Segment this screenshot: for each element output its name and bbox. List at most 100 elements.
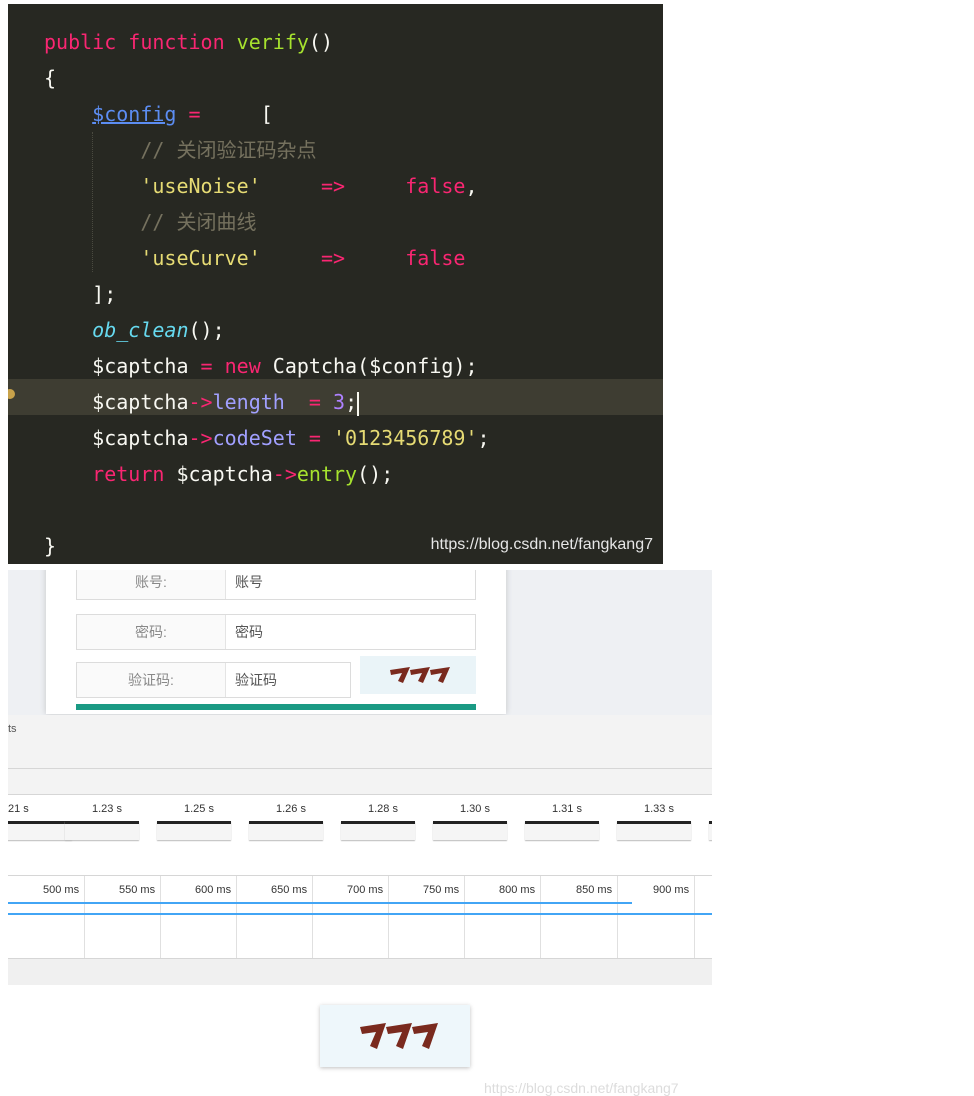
code-token: ]; (44, 282, 117, 306)
code-token: -> (188, 390, 213, 414)
code-token: $captcha (44, 390, 189, 414)
code-line[interactable]: $captcha->length = 3; (44, 384, 490, 420)
devtools-row (8, 769, 712, 795)
screenshot-thumbnail[interactable] (433, 821, 507, 840)
code-token: = (296, 426, 334, 450)
code-token: -> (272, 462, 297, 486)
code-token: Captcha($config); (272, 354, 478, 378)
timeline-track (8, 913, 712, 915)
code-line[interactable]: // 关闭验证码杂点 (44, 132, 490, 168)
code-content[interactable]: public function verify() { $config = [ //… (44, 24, 490, 564)
code-token: false (405, 246, 466, 270)
code-line[interactable]: } (44, 528, 490, 564)
watermark: https://blog.csdn.net/fangkang7 (484, 1080, 679, 1096)
grid-line (464, 876, 465, 958)
login-card: 账号: 账号 密码: 密码 验证码: 验证码 (46, 570, 506, 714)
code-token: = (284, 390, 334, 414)
ms-tick-label: 500 ms (43, 884, 80, 896)
screenshot-thumbnail[interactable] (525, 821, 599, 840)
code-token: public (44, 30, 129, 54)
code-line[interactable]: $captcha = new Captcha($config); (44, 348, 490, 384)
code-token: false (405, 174, 466, 198)
screenshot-thumbnail[interactable] (65, 821, 139, 840)
code-token: } (44, 534, 57, 558)
ms-tick-label: 650 ms (271, 884, 308, 896)
text-cursor (357, 391, 360, 416)
tab-label[interactable]: ts (8, 723, 17, 735)
password-field[interactable]: 密码: 密码 (76, 614, 476, 650)
grid-line (160, 876, 161, 958)
code-token: (); (188, 318, 225, 342)
code-editor[interactable]: public function verify() { $config = [ //… (8, 4, 663, 564)
code-line[interactable]: { (44, 60, 490, 96)
grid-line (388, 876, 389, 958)
code-line[interactable]: ]; (44, 276, 490, 312)
devtools-toolbar: ts (8, 715, 712, 743)
ms-tick-label: 550 ms (119, 884, 156, 896)
code-token: length (212, 390, 285, 414)
watermark: https://blog.csdn.net/fangkang7 (430, 536, 653, 553)
code-token: '0123456789' (333, 426, 478, 450)
time-tick-label: 1.25 s (184, 803, 214, 815)
code-line[interactable]: 'useNoise' => false, (44, 168, 490, 204)
screenshot-thumbnail[interactable] (617, 821, 691, 840)
screenshot-thumbnail[interactable] (341, 821, 415, 840)
code-token: function (128, 30, 237, 54)
code-token: verify (236, 30, 309, 54)
code-token: $config (92, 102, 177, 126)
login-button-edge[interactable] (76, 704, 476, 710)
code-token: ob_clean (92, 318, 189, 342)
code-token: [ (212, 102, 273, 126)
code-token: 'useNoise' (140, 174, 261, 198)
screenshot-thumbnail[interactable] (709, 821, 712, 840)
time-tick-label: 1.30 s (460, 803, 490, 815)
code-token: 'useCurve' (140, 246, 261, 270)
login-screenshot: 账号: 账号 密码: 密码 验证码: 验证码 (8, 570, 712, 715)
captcha-input[interactable]: 验证码 (235, 663, 277, 697)
ms-tick-label: 850 ms (576, 884, 613, 896)
grid-line (84, 876, 85, 958)
code-token: = (176, 102, 213, 126)
grid-line (694, 876, 695, 958)
ms-tick-label: 800 ms (499, 884, 536, 896)
code-line[interactable]: $config = [ (44, 96, 490, 132)
code-token: , (465, 174, 478, 198)
screenshot-thumbnail[interactable] (8, 821, 72, 840)
screenshot-thumbnail[interactable] (249, 821, 323, 840)
account-label: 账号: (77, 570, 226, 599)
captcha-field[interactable]: 验证码: 验证码 (76, 662, 351, 698)
account-input[interactable]: 账号 (235, 570, 263, 599)
screenshot-thumbnail[interactable] (157, 821, 231, 840)
ms-tick-label: 600 ms (195, 884, 232, 896)
code-line[interactable]: ob_clean(); (44, 312, 490, 348)
grid-line (617, 876, 618, 958)
code-token: = new (200, 354, 273, 378)
code-token: 3 (333, 390, 346, 414)
captcha-image-large (320, 1005, 470, 1067)
code-line[interactable]: public function verify() (44, 24, 490, 60)
code-token: ; (477, 426, 490, 450)
timeline-ms-area[interactable]: 500 ms 550 ms 600 ms 650 ms 700 ms 750 ms 800 … (8, 875, 712, 958)
code-line[interactable]: return $captcha->entry(); (44, 456, 490, 492)
code-line[interactable] (44, 492, 490, 528)
time-tick-label: 21 s (8, 803, 29, 815)
time-tick-label: 1.28 s (368, 803, 398, 815)
code-line[interactable]: $captcha->codeSet = '0123456789'; (44, 420, 490, 456)
code-token: () (308, 30, 334, 54)
password-label: 密码: (77, 615, 226, 649)
captcha-image[interactable] (360, 656, 476, 694)
grid-line (540, 876, 541, 958)
code-token: (); (357, 462, 394, 486)
captcha-label: 验证码: (77, 663, 226, 697)
code-line[interactable]: // 关闭曲线 (44, 204, 490, 240)
password-input[interactable]: 密码 (235, 615, 263, 649)
time-tick-label: 1.33 s (644, 803, 674, 815)
code-line[interactable]: 'useCurve' => false (44, 240, 490, 276)
grid-line (312, 876, 313, 958)
code-token: $captcha (176, 462, 273, 486)
code-token: => (260, 174, 406, 198)
account-field[interactable]: 账号: 账号 (76, 570, 476, 600)
